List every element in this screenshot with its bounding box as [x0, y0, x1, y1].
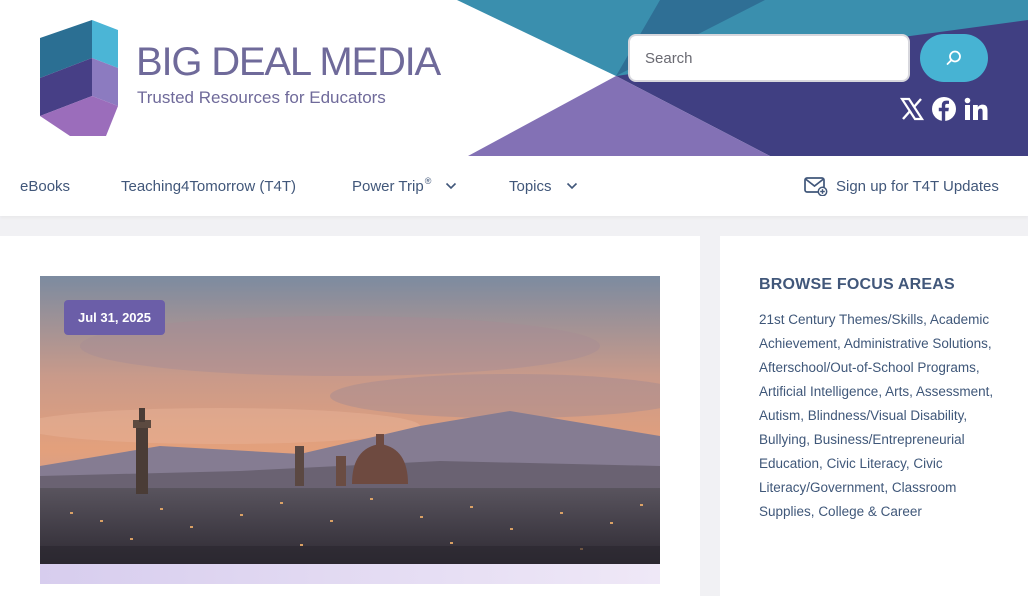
focus-areas-list: 21st Century Themes/Skills, Academic Ach…	[759, 312, 994, 519]
linkedin-social-link[interactable]	[963, 96, 989, 122]
focus-area-link[interactable]: College & Career	[818, 504, 922, 519]
focus-area-link[interactable]: Assessment	[916, 384, 990, 399]
site-header: BIG DEAL MEDIA Trusted Resources for Edu…	[0, 0, 1028, 156]
signup-label: Sign up for T4T Updates	[836, 177, 999, 195]
facebook-icon	[932, 97, 956, 121]
focus-area-link[interactable]: Artificial Intelligence	[759, 384, 878, 399]
search-button[interactable]	[920, 34, 988, 82]
x-social-link[interactable]	[899, 96, 925, 122]
chevron-down-icon	[566, 182, 577, 190]
post-date-badge[interactable]: Jul 31, 2025	[64, 300, 165, 335]
nav-item-ebooks[interactable]: eBooks	[20, 156, 70, 216]
sidebar: BROWSE FOCUS AREAS 21st Century Themes/S…	[720, 236, 1028, 596]
image-bottom-strip	[40, 564, 660, 584]
featured-post-image[interactable]: Jul 31, 2025	[40, 276, 660, 564]
focus-area-link[interactable]: 21st Century Themes/Skills	[759, 312, 923, 327]
linkedin-icon	[964, 97, 988, 120]
brand-title[interactable]: BIG DEAL MEDIA	[136, 40, 441, 85]
search-input[interactable]	[628, 34, 910, 82]
main-nav: eBooks Teaching4Tomorrow (T4T) Power Tri…	[0, 156, 1028, 216]
nav-item-label: Power Trip	[352, 177, 424, 195]
nav-item-topics[interactable]: Topics	[509, 156, 578, 216]
nav-item-label: Teaching4Tomorrow (T4T)	[121, 177, 297, 195]
nav-item-label: Topics	[509, 177, 552, 195]
focus-area-link[interactable]: Administrative Solutions	[844, 336, 988, 351]
facebook-social-link[interactable]	[931, 96, 957, 122]
focus-area-link[interactable]: Autism	[759, 408, 800, 423]
focus-area-link[interactable]: Civic Literacy	[827, 456, 906, 471]
main-content: Jul 31, 2025	[0, 236, 700, 596]
focus-area-link[interactable]: Blindness/Visual Disability	[808, 408, 964, 423]
nav-item-power-trip[interactable]: Power Trip ®	[352, 156, 457, 216]
chevron-down-icon	[446, 182, 457, 190]
mail-plus-icon	[804, 177, 828, 196]
signup-t4t-updates-link[interactable]: Sign up for T4T Updates	[804, 156, 999, 216]
logo-icon	[40, 20, 118, 136]
search-icon	[946, 50, 961, 65]
browse-focus-areas-heading: BROWSE FOCUS AREAS	[759, 276, 955, 293]
nav-item-label: eBooks	[20, 177, 71, 195]
x-icon	[899, 97, 925, 121]
focus-area-link[interactable]: Bullying	[759, 432, 806, 447]
nav-item-teaching4tomorrow[interactable]: Teaching4Tomorrow (T4T)	[121, 156, 296, 216]
brand-tagline: Trusted Resources for Educators	[137, 88, 386, 107]
focus-area-link[interactable]: Afterschool/Out-of-School Programs	[759, 360, 976, 375]
focus-area-link[interactable]: Arts	[885, 384, 909, 399]
registered-mark: ®	[424, 176, 432, 186]
